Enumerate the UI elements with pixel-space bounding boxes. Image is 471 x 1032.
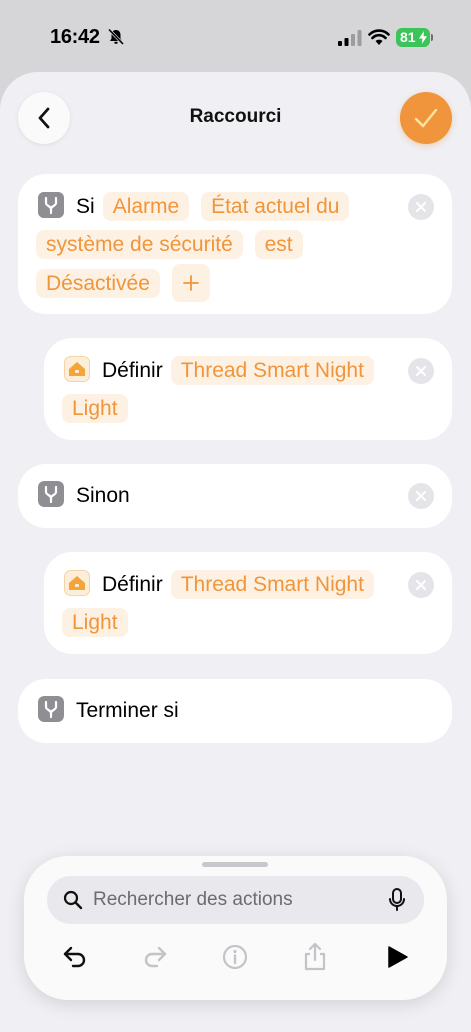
status-bar: 16:42 81 <box>0 0 471 76</box>
if-action-content: Si Alarme État actuel du système de sécur… <box>36 188 402 303</box>
bottom-toolbar <box>24 856 447 1000</box>
add-condition-button[interactable] <box>171 264 210 302</box>
branch-icon <box>38 481 64 507</box>
plus-icon <box>182 275 199 291</box>
cellular-signal-icon <box>338 30 362 46</box>
set-action-content: Définir Thread Smart Night Light <box>62 566 388 642</box>
close-icon <box>416 491 426 501</box>
alarm-token[interactable]: Alarme <box>102 192 190 221</box>
redo-button[interactable] <box>138 940 172 974</box>
remove-action-button[interactable] <box>408 572 434 598</box>
set-keyword: Définir <box>102 573 163 596</box>
info-icon <box>222 944 248 970</box>
drag-handle[interactable] <box>202 862 268 867</box>
home-icon <box>64 356 90 382</box>
if-action-card[interactable]: Si Alarme État actuel du système de sécur… <box>18 174 452 314</box>
condition-token[interactable]: est <box>254 230 303 259</box>
run-button[interactable] <box>380 940 414 974</box>
value-token[interactable]: Désactivée <box>36 269 160 298</box>
otherwise-keyword: Sinon <box>76 484 130 507</box>
mic-icon[interactable] <box>388 888 406 912</box>
close-icon <box>416 202 426 212</box>
status-time: 16:42 <box>50 26 100 48</box>
share-icon <box>304 942 326 971</box>
branch-icon <box>38 696 64 722</box>
play-icon <box>388 946 408 968</box>
charging-bolt-icon <box>419 31 427 44</box>
set-action-content: Définir Thread Smart Night Light <box>62 352 388 428</box>
end-if-keyword: Terminer si <box>76 699 179 722</box>
close-icon <box>416 366 426 376</box>
battery-indicator: 81 <box>396 28 433 47</box>
otherwise-action-content: Sinon <box>36 477 398 515</box>
undo-button[interactable] <box>58 940 92 974</box>
remove-action-button[interactable] <box>408 358 434 384</box>
search-field[interactable] <box>47 876 424 924</box>
set-action-card[interactable]: Définir Thread Smart Night Light <box>44 338 452 440</box>
remove-action-button[interactable] <box>408 483 434 509</box>
home-icon <box>64 570 90 596</box>
set-action-card[interactable]: Définir Thread Smart Night Light <box>44 552 452 654</box>
done-button[interactable] <box>400 92 452 144</box>
checkmark-icon <box>414 108 438 128</box>
info-button[interactable] <box>218 940 252 974</box>
redo-icon <box>144 946 167 968</box>
remove-action-button[interactable] <box>408 194 434 220</box>
end-if-action-card[interactable]: Terminer si <box>18 679 452 743</box>
wifi-icon <box>368 29 390 45</box>
search-icon <box>63 890 83 910</box>
if-keyword: Si <box>76 195 95 218</box>
close-icon <box>416 580 426 590</box>
end-if-action-content: Terminer si <box>36 692 398 730</box>
battery-level: 81 <box>400 29 416 45</box>
undo-icon <box>63 946 86 968</box>
branch-icon <box>38 192 64 218</box>
otherwise-action-card[interactable]: Sinon <box>18 464 452 528</box>
share-button[interactable] <box>298 940 332 974</box>
set-keyword: Définir <box>102 359 163 382</box>
bell-slash-icon <box>107 28 125 46</box>
search-input[interactable] <box>93 876 373 924</box>
